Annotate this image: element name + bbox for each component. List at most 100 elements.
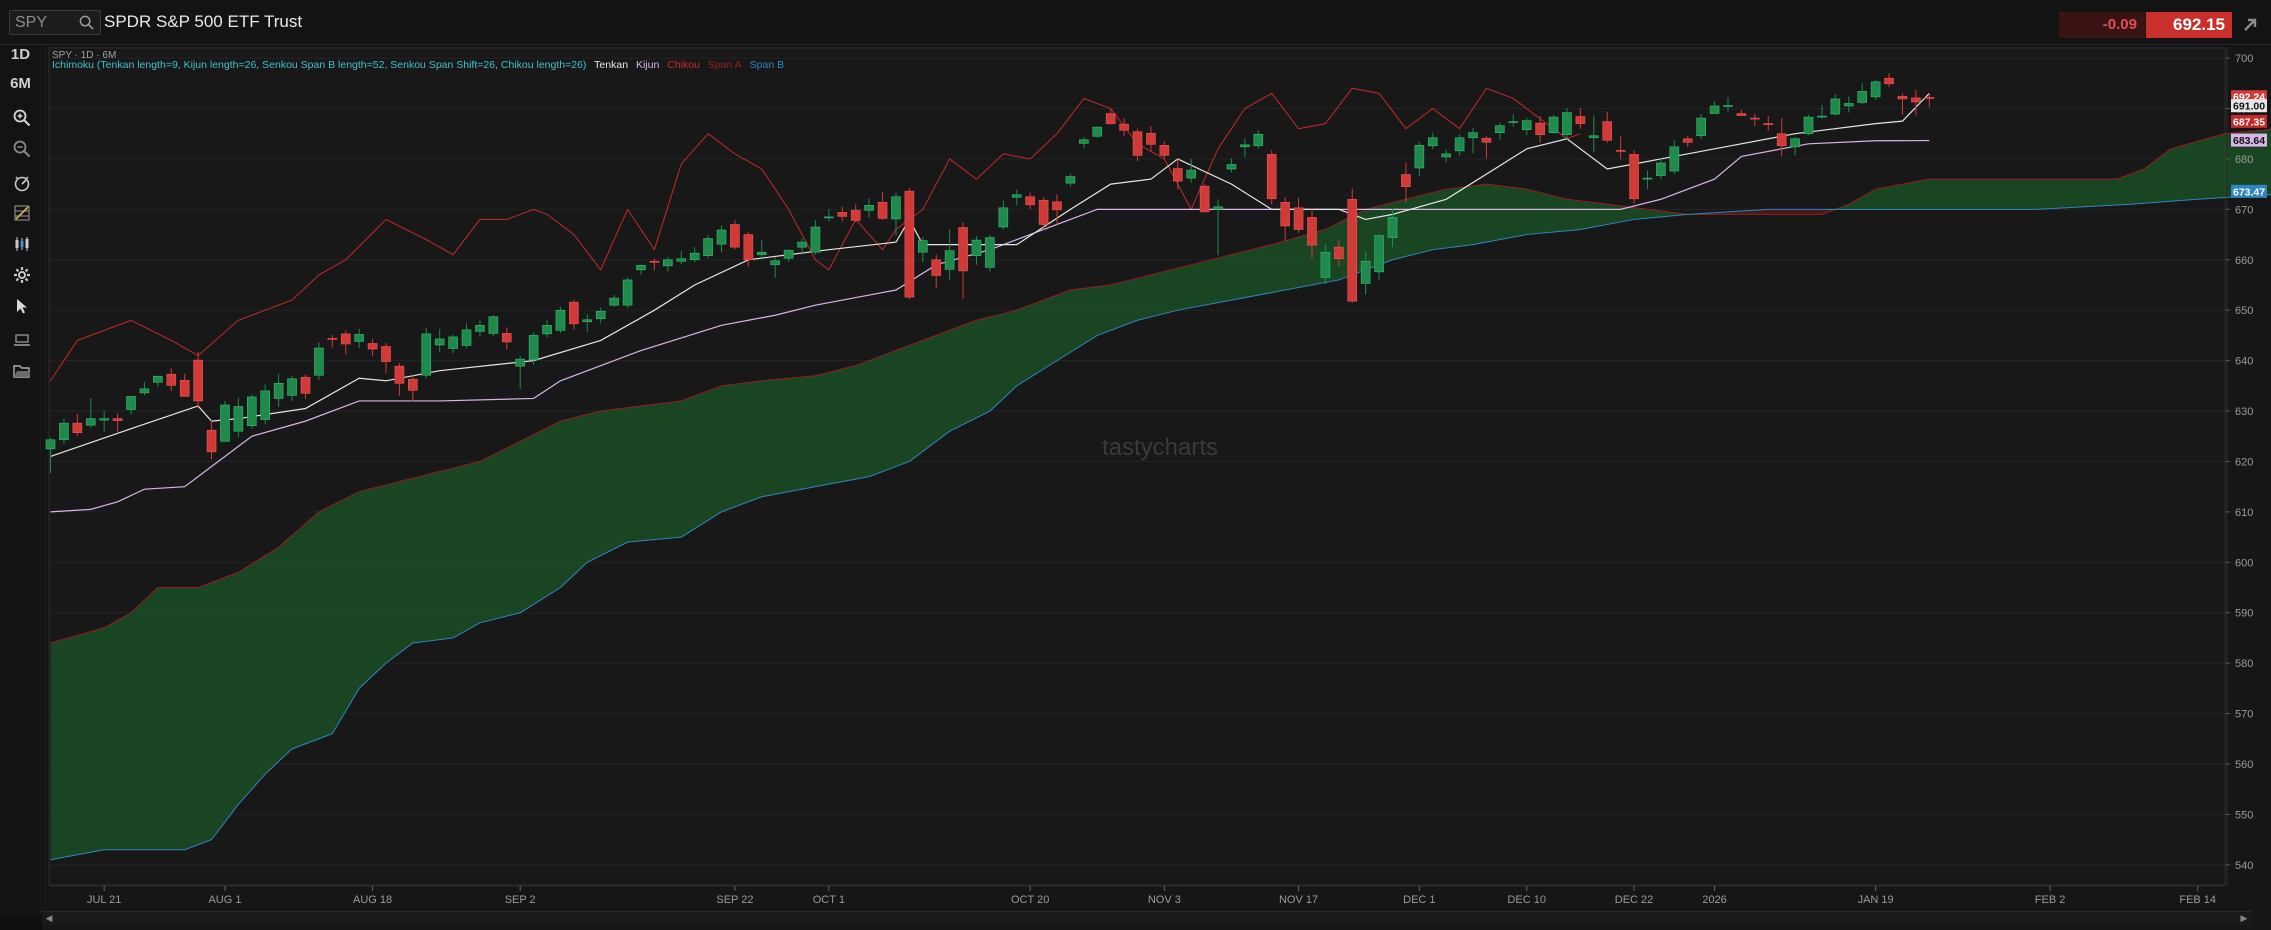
candle-up xyxy=(1240,144,1250,148)
price-tick-label: 570 xyxy=(2235,709,2253,721)
candle-up xyxy=(247,396,257,426)
price-tick-label: 700 xyxy=(2235,53,2253,65)
candle-down xyxy=(193,359,203,402)
time-tick-label: SEP 22 xyxy=(716,894,753,906)
price-label-text: 687.35 xyxy=(2233,116,2265,128)
time-tick-label: AUG 18 xyxy=(353,894,392,906)
candle-up xyxy=(703,238,713,257)
candle-up xyxy=(1441,153,1451,158)
candle-up xyxy=(59,422,69,441)
candle-down xyxy=(72,422,83,434)
candle-down xyxy=(1763,123,1774,125)
indicator-legend[interactable]: Ichimoku (Tenkan length=9, Kijun length=… xyxy=(52,59,789,71)
candle-up xyxy=(770,260,780,266)
candle-up xyxy=(1589,135,1599,139)
scroll-right-icon[interactable]: ▶ xyxy=(2237,912,2251,925)
time-tick-label: SEP 2 xyxy=(505,894,536,906)
candle-up xyxy=(810,226,821,253)
candle-up xyxy=(287,378,297,396)
candle-up xyxy=(528,335,539,360)
time-tick-label: DEC 10 xyxy=(1507,894,1546,906)
candle-down xyxy=(1172,168,1183,182)
candle-down xyxy=(1575,116,1586,124)
candle-down xyxy=(501,333,512,343)
candle-down xyxy=(1119,123,1129,131)
cursor-icon[interactable] xyxy=(13,297,31,315)
candle-down xyxy=(1159,145,1170,156)
candle-up xyxy=(891,196,901,220)
symbol-search-box[interactable] xyxy=(9,10,101,35)
zoom-in-icon[interactable] xyxy=(13,109,31,127)
candle-up xyxy=(1253,133,1264,147)
candle-down xyxy=(1481,137,1492,143)
candle-down xyxy=(1776,133,1787,147)
candle-up xyxy=(944,250,955,270)
time-tick-label: OCT 20 xyxy=(1011,894,1049,906)
indicators-icon[interactable] xyxy=(13,174,31,192)
time-tick-label: NOV 3 xyxy=(1148,894,1181,906)
candle-up xyxy=(582,319,593,323)
candle-up xyxy=(1790,138,1800,148)
drawing-icon[interactable] xyxy=(13,204,31,222)
candle-down xyxy=(1038,199,1049,225)
candle-down xyxy=(300,376,311,394)
candle-down xyxy=(1602,121,1613,141)
candle-up xyxy=(864,205,874,211)
candle-down xyxy=(1884,77,1894,85)
legend-study[interactable]: Ichimoku (Tenkan length=9, Kijun length=… xyxy=(52,59,586,71)
interval-button[interactable]: 1D xyxy=(0,46,41,63)
candle-down xyxy=(1911,97,1921,103)
price-tick-label: 620 xyxy=(2235,456,2253,468)
candle-down xyxy=(1750,117,1760,120)
chart-svg[interactable]: 540 550 560 570 580 590 600 610 620 630 640 650 660 6… xyxy=(42,46,2271,930)
candle-down xyxy=(904,190,915,298)
candle-up xyxy=(1226,164,1237,170)
price-tick-label: 550 xyxy=(2235,809,2253,821)
folder-icon[interactable] xyxy=(13,362,31,380)
candle-up xyxy=(1696,117,1706,137)
zoom-out-icon[interactable] xyxy=(13,140,31,158)
time-tick-label: AUG 1 xyxy=(208,894,241,906)
candle-down xyxy=(367,343,378,350)
candle-up xyxy=(985,237,995,268)
candle-down xyxy=(1347,198,1358,302)
candle-down xyxy=(1052,201,1062,211)
top-bar: SPDR S&P 500 ETF Trust -0.09 692.15 xyxy=(0,0,2271,45)
layers-icon[interactable] xyxy=(13,330,31,348)
candle-down xyxy=(1293,207,1304,230)
symbol-input[interactable] xyxy=(15,11,77,34)
price-label-text: 691.00 xyxy=(2233,101,2265,113)
candle-down xyxy=(1146,132,1156,145)
time-tick-label: FEB 14 xyxy=(2179,894,2216,906)
candle-up xyxy=(542,325,552,335)
candle-down xyxy=(166,373,177,386)
candle-up xyxy=(126,396,136,410)
left-toolbar: 1D 6M xyxy=(0,46,41,916)
candle-up xyxy=(1843,103,1854,107)
search-icon[interactable] xyxy=(79,15,94,30)
range-button[interactable]: 6M xyxy=(0,75,41,92)
candle-up xyxy=(971,239,982,257)
candle-up xyxy=(1656,162,1666,176)
candle-up xyxy=(1508,121,1519,123)
chart-area[interactable]: 540 550 560 570 580 590 600 610 620 630 640 650 660 6… xyxy=(42,46,2271,930)
settings-icon[interactable] xyxy=(13,266,31,284)
candle-up xyxy=(1803,116,1814,135)
candle-up xyxy=(45,439,56,450)
price-tick-label: 660 xyxy=(2235,255,2253,267)
candle-up xyxy=(1709,105,1720,114)
time-tick-label: JUL 21 xyxy=(87,894,121,906)
expand-icon[interactable] xyxy=(2241,16,2259,34)
chart-type-icon[interactable] xyxy=(13,235,31,253)
candle-down xyxy=(1105,113,1116,124)
candle-up xyxy=(663,259,673,267)
horizontal-scrollbar[interactable]: ◀ ▶ xyxy=(42,911,2251,925)
scroll-left-icon[interactable]: ◀ xyxy=(42,912,56,925)
time-tick-label: FEB 2 xyxy=(2035,894,2066,906)
price-change-badge: -0.09 xyxy=(2059,12,2145,38)
candle-up xyxy=(1723,105,1733,107)
candle-up xyxy=(622,279,633,306)
candle-down xyxy=(1401,174,1411,187)
candle-up xyxy=(824,216,834,219)
candle-up xyxy=(1468,132,1478,139)
